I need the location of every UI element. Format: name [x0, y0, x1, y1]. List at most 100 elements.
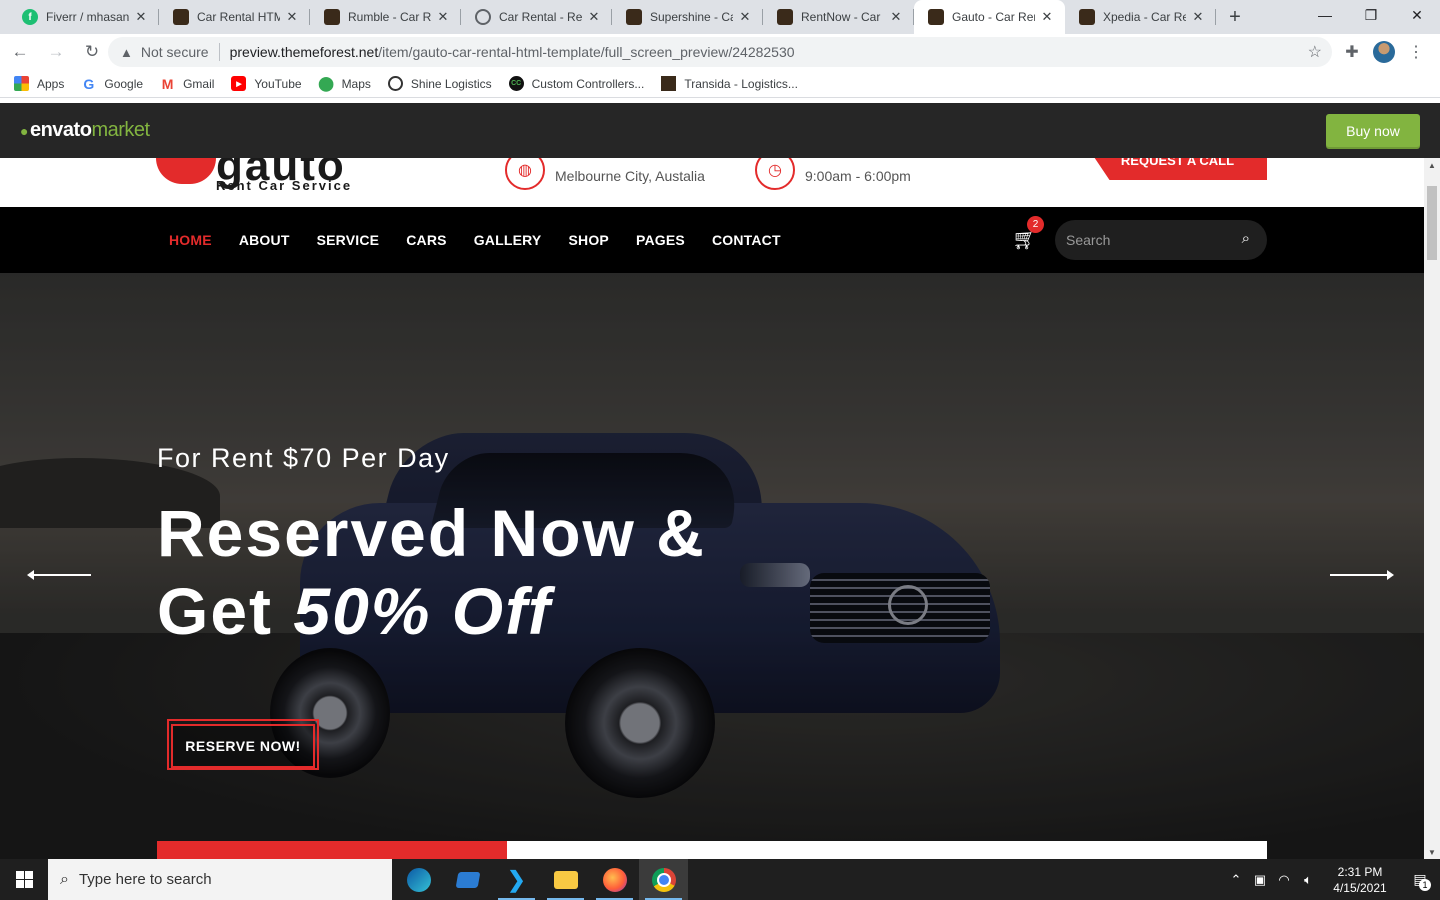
browser-tab-strip: fFiverr / mhasan1✕Car Rental HTML✕Rumble… [0, 0, 1440, 34]
browser-tab[interactable]: RentNow - Car R ✕ [763, 0, 914, 34]
system-tray: ⌃ ▣ ◠ 🔈︎ 2:31 PM 4/15/2021 ▤ 1 [1224, 859, 1440, 900]
reload-icon[interactable]: ↻ [76, 36, 108, 68]
clock-icon: ◷ [755, 158, 795, 190]
tab-title: Car Rental HTML [197, 10, 280, 24]
nav-item-pages[interactable]: PAGES [636, 232, 685, 248]
themeforest-icon [626, 9, 642, 25]
clock-time: 2:31 PM [1337, 864, 1383, 879]
bookmark-item[interactable]: ▶ YouTube [231, 76, 302, 91]
nav-item-gallery[interactable]: GALLERY [474, 232, 542, 248]
hero-headline: Reserved Now & Get 50% Off [157, 494, 706, 650]
cart-icon[interactable]: 🛒︎ 2 [1012, 216, 1044, 253]
youtube-icon: ▶ [231, 76, 247, 91]
close-tab-icon[interactable]: ✕ [586, 9, 602, 25]
bookmark-item[interactable]: Apps [14, 76, 64, 91]
volume-icon[interactable]: 🔈︎ [1296, 872, 1320, 888]
bookmark-label: Google [104, 76, 144, 91]
scroll-up-icon[interactable]: ▲ [1424, 158, 1440, 172]
close-tab-icon[interactable]: ✕ [435, 9, 451, 25]
edge-icon[interactable] [394, 859, 443, 900]
site-logo[interactable]: gauto Rent Car Service [156, 158, 350, 193]
chrome-icon[interactable] [639, 859, 688, 900]
security-label: Not secure [140, 44, 209, 60]
profile-avatar[interactable] [1368, 36, 1400, 68]
slider-prev-arrow-icon[interactable] [27, 570, 91, 580]
firefox-icon[interactable] [590, 859, 639, 900]
back-icon[interactable]: ← [4, 36, 36, 68]
maximize-icon[interactable]: ❐ [1348, 0, 1394, 30]
forward-icon[interactable]: → [40, 36, 72, 68]
tab-separator [1215, 9, 1216, 25]
buy-now-button[interactable]: Buy now [1326, 114, 1420, 147]
nav-item-cars[interactable]: CARS [406, 232, 446, 248]
slider-next-arrow-icon[interactable] [1330, 570, 1394, 580]
close-tab-icon[interactable]: ✕ [1039, 9, 1055, 25]
envato-logo-suffix: market [91, 119, 150, 141]
scrollbar-thumb[interactable] [1427, 186, 1437, 260]
themeforest-icon [928, 9, 944, 25]
omnibox-divider [218, 43, 220, 61]
nav-item-shop[interactable]: SHOP [568, 232, 608, 248]
windows-logo-icon [15, 871, 33, 888]
search-input[interactable] [1066, 232, 1226, 248]
file-explorer-icon[interactable] [541, 859, 590, 900]
clock-date: 4/15/2021 [1333, 880, 1387, 895]
tab-title: RentNow - Car R [801, 10, 884, 24]
bookmark-label: Shine Logistics [410, 76, 492, 91]
show-hidden-icons-icon[interactable]: ⌃ [1224, 872, 1248, 888]
browser-tab[interactable]: Gauto - Car Ren ✕ [914, 0, 1065, 34]
network-icon[interactable]: ◠ [1272, 872, 1296, 888]
close-tab-icon[interactable]: ✕ [284, 9, 300, 25]
booking-form-header [157, 841, 507, 859]
bookmark-item[interactable]: ⬤ Maps [318, 75, 371, 91]
browser-tab[interactable]: Car Rental - Resp ✕ [461, 0, 612, 34]
nav-item-service[interactable]: SERVICE [317, 232, 380, 248]
hero-headline-get: Get [157, 574, 294, 648]
notifications-icon[interactable]: ▤ 1 [1400, 859, 1440, 900]
warning-icon[interactable]: ▲ [120, 45, 133, 60]
envato-logo[interactable]: ● envato market [20, 119, 150, 142]
close-tab-icon[interactable]: ✕ [1190, 9, 1206, 25]
browser-tab[interactable]: Supershine - Car ✕ [612, 0, 763, 34]
start-button[interactable] [0, 859, 48, 900]
tab-title: Rumble - Car Re [348, 10, 431, 24]
close-tab-icon[interactable]: ✕ [133, 9, 149, 25]
menu-kebab-icon[interactable]: ⋮ [1400, 36, 1432, 68]
nav-item-about[interactable]: ABOUT [239, 232, 290, 248]
taskbar-search-icon: ⌕ [60, 870, 69, 888]
hero-headline-discount: 50% Off [293, 574, 552, 648]
bookmark-item[interactable]: CC Custom Controllers... [508, 76, 644, 91]
close-window-icon[interactable]: ✕ [1394, 0, 1440, 30]
close-tab-icon[interactable]: ✕ [737, 9, 753, 25]
meet-now-icon[interactable]: ▣ [1248, 872, 1272, 888]
reserve-now-button[interactable]: RESERVE NOW! [171, 724, 315, 768]
bookmark-star-icon[interactable]: ☆ [1308, 42, 1322, 62]
taskbar-clock[interactable]: 2:31 PM 4/15/2021 [1320, 864, 1400, 896]
new-tab-button[interactable]: + [1216, 0, 1254, 34]
nav-item-home[interactable]: HOME [169, 232, 212, 248]
logo-tagline: Rent Car Service [216, 178, 353, 193]
address-bar[interactable]: ▲ Not secure preview.themeforest.net/ite… [108, 37, 1332, 67]
page-scrollbar[interactable]: ▲ ▼ [1424, 158, 1440, 859]
bookmark-item[interactable]: Shine Logistics [387, 76, 492, 91]
scroll-down-icon[interactable]: ▼ [1424, 845, 1440, 859]
bookmark-item[interactable]: M Gmail [160, 76, 215, 92]
hero-caption: For Rent $70 Per Day Reserved Now & Get … [157, 443, 706, 650]
hours-info: ◷ 9:00am - 6:00pm [755, 158, 911, 190]
browser-tab[interactable]: f Fiverr / mhasan1 ✕ [8, 0, 159, 34]
bookmark-item[interactable]: G Google [81, 76, 144, 92]
bookmark-item[interactable]: Transida - Logistics... [661, 76, 798, 91]
nav-item-contact[interactable]: CONTACT [712, 232, 781, 248]
vscode-icon[interactable]: ❯ [492, 859, 541, 900]
browser-tab[interactable]: Rumble - Car Re ✕ [310, 0, 461, 34]
request-call-button[interactable]: REQUEST A CALL [1088, 158, 1267, 180]
internet-explorer-icon[interactable] [443, 859, 492, 900]
browser-tab[interactable]: Xpedia - Car Ren ✕ [1065, 0, 1216, 34]
hero-subtitle: For Rent $70 Per Day [157, 443, 450, 473]
close-tab-icon[interactable]: ✕ [888, 9, 904, 25]
extensions-icon[interactable]: ✚ [1336, 36, 1368, 68]
browser-tab[interactable]: Car Rental HTML ✕ [159, 0, 310, 34]
taskbar-search[interactable]: ⌕ Type here to search [48, 859, 392, 900]
search-icon[interactable]: ⌕ [1242, 230, 1250, 247]
minimize-icon[interactable]: — [1302, 0, 1348, 30]
